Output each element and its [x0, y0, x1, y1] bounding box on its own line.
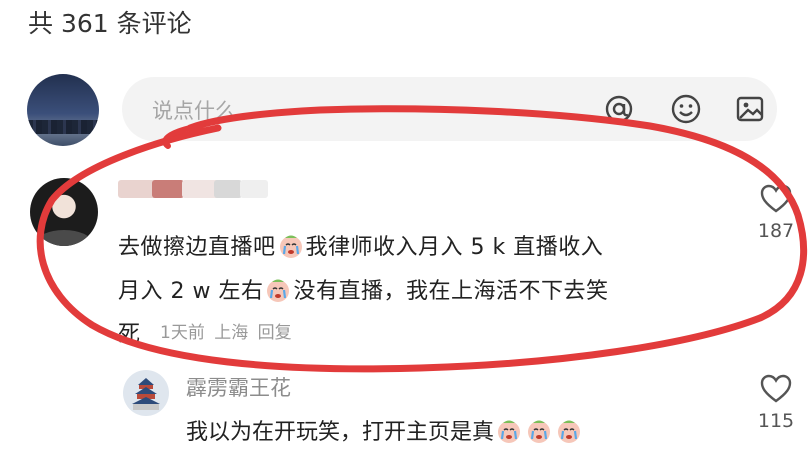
reply-text-content: 我以为在开玩笑，打开主页是真 — [186, 420, 495, 445]
comment-line-3: 死 — [118, 322, 141, 347]
crying-face-emoji-icon — [279, 235, 302, 258]
comment-like-button[interactable]: 187 — [756, 184, 796, 242]
comment-line-2: 月入 2 w 左右 没有直播，我在上海活不下去笑 — [118, 273, 609, 305]
comment-line-2-end: 没有直播，我在上海活不下去笑 — [293, 279, 609, 304]
blurred-username[interactable] — [118, 180, 268, 200]
comment-line-1: 去做擦边直播吧 我律师收入月入 5 k 直播收入 — [118, 229, 603, 261]
reply-text: 我以为在开玩笑，打开主页是真 — [186, 414, 584, 446]
crying-face-emoji-icon — [528, 420, 551, 443]
emoji-icon[interactable] — [670, 93, 702, 125]
commenter-avatar[interactable] — [30, 178, 98, 246]
crying-face-emoji-icon — [498, 420, 521, 443]
crying-face-emoji-icon — [267, 279, 290, 302]
reply-like-count: 115 — [757, 410, 795, 432]
image-icon[interactable] — [734, 93, 766, 125]
comment-meta: 1天前 上海 回复 — [160, 318, 296, 343]
reply-like-button[interactable]: 115 — [756, 374, 796, 432]
current-user-avatar[interactable] — [27, 74, 99, 146]
comment-line-2-start: 月入 2 w 左右 — [118, 279, 264, 304]
heart-icon[interactable] — [760, 184, 792, 214]
reply-author-name[interactable]: 霹雳霸王花 — [186, 372, 291, 402]
comment-like-count: 187 — [757, 220, 795, 242]
comment-count-title: 共 361 条评论 — [28, 9, 192, 38]
red-annotation-circle — [36, 105, 807, 373]
comment-line-1-start: 去做擦边直播吧 — [118, 235, 276, 260]
comment-input-placeholder: 说点什么... — [152, 99, 257, 123]
heart-icon[interactable] — [760, 374, 792, 404]
crying-face-emoji-icon — [558, 420, 581, 443]
comment-time: 1天前 — [160, 323, 205, 343]
reply-button[interactable]: 回复 — [258, 323, 292, 343]
reply-author-avatar[interactable] — [123, 370, 169, 416]
at-mention-icon[interactable] — [603, 93, 635, 125]
comment-line-1-end: 我律师收入月入 5 k 直播收入 — [305, 235, 604, 260]
comment-location: 上海 — [214, 323, 249, 343]
comment-input[interactable]: 说点什么... — [122, 77, 777, 141]
temple-of-heaven-icon — [132, 378, 160, 410]
